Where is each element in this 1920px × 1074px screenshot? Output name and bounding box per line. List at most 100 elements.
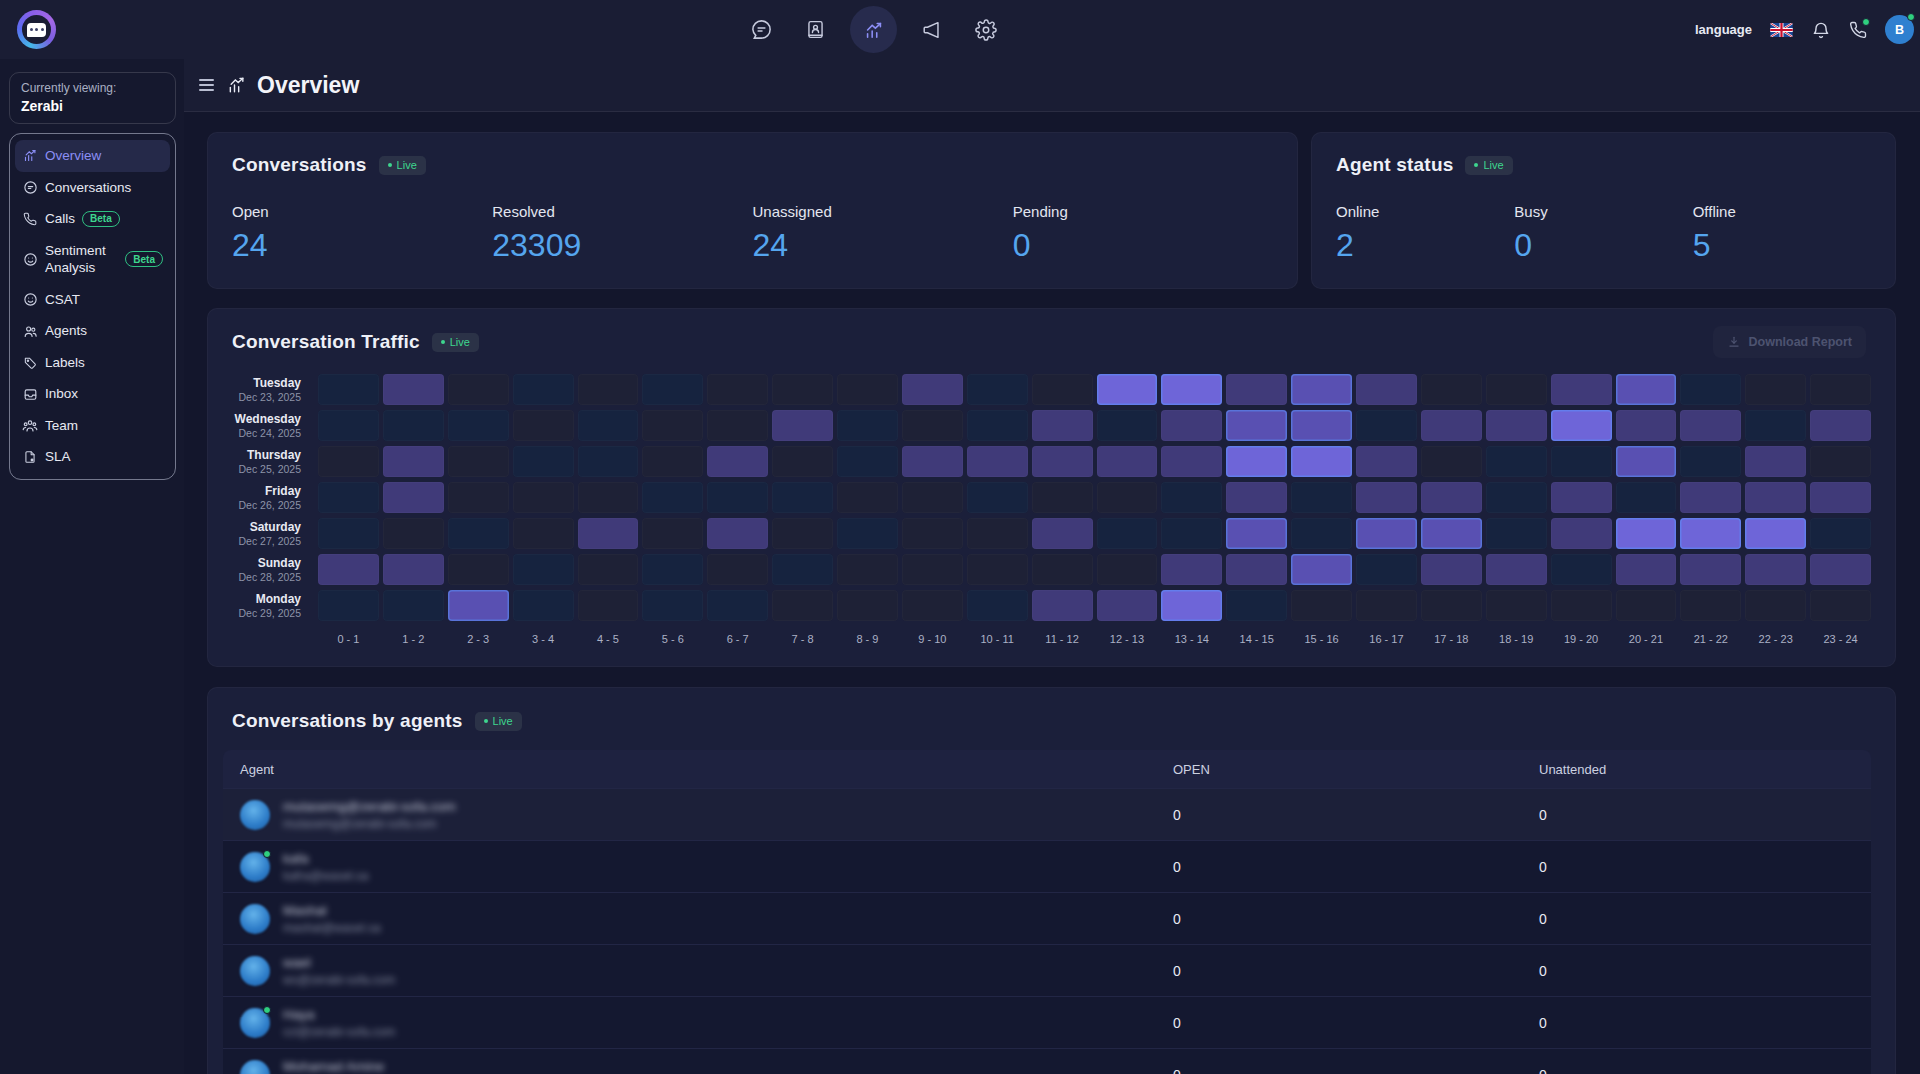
heatmap-cell[interactable] xyxy=(1291,374,1352,405)
heatmap-cell[interactable] xyxy=(1356,554,1417,585)
heatmap-cell[interactable] xyxy=(642,374,703,405)
heatmap-cell[interactable] xyxy=(1486,446,1547,477)
heatmap-cell[interactable] xyxy=(318,446,379,477)
sidebar-item-calls[interactable]: CallsBeta xyxy=(15,203,170,235)
heatmap-cell[interactable] xyxy=(642,590,703,621)
sidebar-item-team[interactable]: Team xyxy=(15,410,170,442)
heatmap-cell[interactable] xyxy=(383,374,444,405)
heatmap-cell[interactable] xyxy=(1486,410,1547,441)
heatmap-cell[interactable] xyxy=(837,518,898,549)
heatmap-cell[interactable] xyxy=(318,590,379,621)
heatmap-cell[interactable] xyxy=(318,482,379,513)
heatmap-cell[interactable] xyxy=(1810,410,1871,441)
campaigns-icon[interactable] xyxy=(913,11,951,49)
heatmap-cell[interactable] xyxy=(513,482,574,513)
heatmap-cell[interactable] xyxy=(1291,410,1352,441)
heatmap-cell[interactable] xyxy=(1551,446,1612,477)
settings-icon[interactable] xyxy=(967,11,1005,49)
heatmap-cell[interactable] xyxy=(1161,482,1222,513)
heatmap-cell[interactable] xyxy=(448,518,509,549)
heatmap-cell[interactable] xyxy=(1226,518,1287,549)
heatmap-cell[interactable] xyxy=(902,374,963,405)
heatmap-cell[interactable] xyxy=(1032,446,1093,477)
sidebar-item-labels[interactable]: Labels xyxy=(15,347,170,379)
heatmap-cell[interactable] xyxy=(1421,446,1482,477)
agent-row[interactable]: Mohamad Aminema@zerabi-sofa.com00 xyxy=(223,1048,1871,1074)
heatmap-cell[interactable] xyxy=(1291,590,1352,621)
heatmap-cell[interactable] xyxy=(1680,410,1741,441)
heatmap-cell[interactable] xyxy=(1161,518,1222,549)
heatmap-cell[interactable] xyxy=(902,446,963,477)
heatmap-cell[interactable] xyxy=(1421,590,1482,621)
heatmap-cell[interactable] xyxy=(772,518,833,549)
heatmap-cell[interactable] xyxy=(902,482,963,513)
heatmap-cell[interactable] xyxy=(383,554,444,585)
heatmap-cell[interactable] xyxy=(1097,518,1158,549)
heatmap-cell[interactable] xyxy=(1356,410,1417,441)
heatmap-cell[interactable] xyxy=(967,590,1028,621)
heatmap-cell[interactable] xyxy=(1097,374,1158,405)
heatmap-cell[interactable] xyxy=(1745,518,1806,549)
sidebar-item-inbox[interactable]: Inbox xyxy=(15,378,170,410)
heatmap-cell[interactable] xyxy=(578,410,639,441)
heatmap-cell[interactable] xyxy=(1356,518,1417,549)
heatmap-cell[interactable] xyxy=(772,410,833,441)
heatmap-cell[interactable] xyxy=(1032,554,1093,585)
heatmap-cell[interactable] xyxy=(448,410,509,441)
heatmap-cell[interactable] xyxy=(513,446,574,477)
heatmap-cell[interactable] xyxy=(1421,518,1482,549)
heatmap-cell[interactable] xyxy=(1616,518,1677,549)
heatmap-cell[interactable] xyxy=(383,518,444,549)
heatmap-cell[interactable] xyxy=(1810,446,1871,477)
agent-row[interactable]: Hayaccl@zerabi-sofa.com00 xyxy=(223,996,1871,1048)
heatmap-cell[interactable] xyxy=(642,410,703,441)
heatmap-cell[interactable] xyxy=(707,374,768,405)
heatmap-cell[interactable] xyxy=(1291,554,1352,585)
heatmap-cell[interactable] xyxy=(642,446,703,477)
heatmap-cell[interactable] xyxy=(1486,518,1547,549)
heatmap-cell[interactable] xyxy=(1680,518,1741,549)
heatmap-cell[interactable] xyxy=(707,590,768,621)
heatmap-cell[interactable] xyxy=(1421,410,1482,441)
heatmap-cell[interactable] xyxy=(1745,446,1806,477)
language-label[interactable]: language xyxy=(1695,22,1752,37)
heatmap-cell[interactable] xyxy=(1291,446,1352,477)
heatmap-cell[interactable] xyxy=(448,482,509,513)
heatmap-cell[interactable] xyxy=(1421,554,1482,585)
heatmap-cell[interactable] xyxy=(1226,554,1287,585)
heatmap-cell[interactable] xyxy=(837,374,898,405)
heatmap-cell[interactable] xyxy=(1616,590,1677,621)
heatmap-cell[interactable] xyxy=(837,446,898,477)
agent-row[interactable]: kafakafra@wasel.sa00 xyxy=(223,840,1871,892)
notifications-bell-icon[interactable] xyxy=(1811,20,1831,40)
heatmap-cell[interactable] xyxy=(837,554,898,585)
heatmap-cell[interactable] xyxy=(967,554,1028,585)
heatmap-cell[interactable] xyxy=(1097,446,1158,477)
heatmap-cell[interactable] xyxy=(448,374,509,405)
heatmap-cell[interactable] xyxy=(318,410,379,441)
heatmap-cell[interactable] xyxy=(383,482,444,513)
heatmap-cell[interactable] xyxy=(967,482,1028,513)
heatmap-cell[interactable] xyxy=(448,446,509,477)
download-report-button[interactable]: Download Report xyxy=(1713,326,1866,358)
sidebar-item-csat[interactable]: CSAT xyxy=(15,284,170,316)
heatmap-cell[interactable] xyxy=(967,374,1028,405)
heatmap-cell[interactable] xyxy=(448,590,509,621)
heatmap-cell[interactable] xyxy=(772,374,833,405)
heatmap-cell[interactable] xyxy=(1161,554,1222,585)
heatmap-cell[interactable] xyxy=(1226,482,1287,513)
heatmap-cell[interactable] xyxy=(1810,518,1871,549)
heatmap-cell[interactable] xyxy=(1680,374,1741,405)
heatmap-cell[interactable] xyxy=(448,554,509,585)
heatmap-cell[interactable] xyxy=(1551,410,1612,441)
heatmap-cell[interactable] xyxy=(318,518,379,549)
heatmap-cell[interactable] xyxy=(1486,554,1547,585)
heatmap-cell[interactable] xyxy=(578,482,639,513)
heatmap-cell[interactable] xyxy=(1032,374,1093,405)
heatmap-cell[interactable] xyxy=(1810,554,1871,585)
heatmap-cell[interactable] xyxy=(1551,554,1612,585)
heatmap-cell[interactable] xyxy=(513,590,574,621)
heatmap-cell[interactable] xyxy=(707,518,768,549)
heatmap-cell[interactable] xyxy=(1486,482,1547,513)
agent-row[interactable]: Mashalmashal@wasel.sa00 xyxy=(223,892,1871,944)
